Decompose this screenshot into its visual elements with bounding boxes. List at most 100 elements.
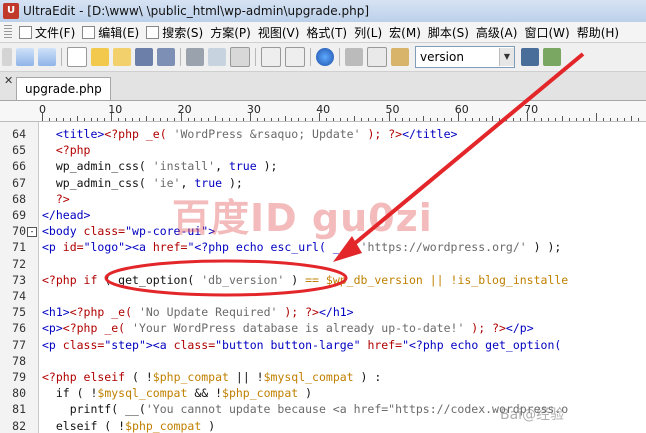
spell-check-icon[interactable]: [285, 47, 305, 67]
ruler-tick: [409, 118, 411, 121]
menu-item-label: 脚本(S): [427, 25, 469, 40]
code-token: </h1>: [318, 305, 354, 320]
menu-item-2[interactable]: 搜索(S): [143, 24, 207, 41]
ruler-tick: [132, 118, 134, 121]
line-number: 78: [12, 353, 26, 368]
paste-icon[interactable]: [391, 48, 409, 66]
ruler-tick: [90, 118, 92, 121]
save-all-icon[interactable]: [157, 48, 175, 66]
ruler-label: 40: [316, 103, 331, 116]
search-combobox-value[interactable]: version: [416, 50, 499, 64]
new-file-icon[interactable]: [67, 47, 87, 67]
code-token: 'db_version': [201, 272, 285, 287]
ruler-tick: [430, 118, 432, 121]
browser-icon[interactable]: [316, 48, 334, 66]
find-next-icon[interactable]: [543, 48, 561, 66]
code-line[interactable]: 76 <p><?php _e( 'Your WordPress database …: [0, 320, 646, 336]
code-line[interactable]: 64 <title><?php _e( 'WordPress &rsaquo; …: [0, 126, 646, 142]
ruler-tick: [166, 118, 168, 121]
ruler-tick: [208, 118, 210, 121]
cut-icon[interactable]: [345, 48, 363, 66]
code-token: <p: [42, 337, 63, 352]
line-number: 82: [12, 418, 26, 433]
ruler-tick: [561, 116, 563, 121]
code-token: <h1>: [42, 305, 70, 320]
menu-item-11[interactable]: 帮助(H): [574, 24, 623, 41]
menu-item-label: 列(L): [354, 25, 383, 40]
menu-item-4[interactable]: 视图(V): [255, 24, 304, 41]
code-line[interactable]: 75 <h1><?php _e( 'No Update Required' ); …: [0, 304, 646, 320]
code-line[interactable]: 78: [0, 353, 646, 369]
menu-item-9[interactable]: 高级(A): [473, 24, 522, 41]
code-token: <body: [42, 224, 84, 239]
menu-item-3[interactable]: 方案(P): [207, 24, 255, 41]
ruler-tick: [242, 118, 244, 121]
ruler-tick: [624, 118, 626, 121]
menu-item-1[interactable]: 编辑(E): [79, 24, 143, 41]
back-arrow-icon[interactable]: [16, 48, 34, 66]
code-line[interactable]: 66 wp_admin_css( 'install', true );: [0, 158, 646, 174]
ruler-tick: [464, 118, 466, 121]
menu-item-5[interactable]: 格式(T): [303, 24, 351, 41]
code-line[interactable]: 74: [0, 288, 646, 304]
code-text: <h1><?php _e( 'No Update Required' ); ?>…: [42, 304, 354, 320]
menu-item-label: 格式(T): [306, 25, 348, 40]
code-line[interactable]: 72: [0, 256, 646, 272]
ruler-tick: [326, 118, 328, 121]
code-line[interactable]: 80 if ( !$mysql_compat && !$php_compat ): [0, 385, 646, 401]
ruler-tick: [76, 116, 78, 121]
line-number: 70: [12, 224, 26, 239]
ruler-tick: [499, 118, 501, 121]
code-token: $php_compat: [152, 370, 229, 384]
code-line[interactable]: 73 <?php if ( get_option( 'db_version' ) …: [0, 272, 646, 288]
open-folder-2-icon[interactable]: [113, 48, 131, 66]
menu-item-6[interactable]: 列(L): [351, 24, 386, 41]
menu-item-0[interactable]: 文件(F): [16, 24, 79, 41]
code-line[interactable]: 79 <?php elseif ( !$php_compat || !$mysql…: [0, 369, 646, 385]
code-token: || !: [228, 370, 264, 384]
code-token: $php_compat: [125, 418, 202, 433]
code-line[interactable]: 77 <p class="step"><a class="button butto…: [0, 337, 646, 353]
code-token: 'install': [152, 159, 216, 174]
ruler-tick: [381, 118, 383, 121]
ruler-tick: [62, 118, 64, 121]
ruler-tick: [437, 118, 438, 121]
menu-item-8[interactable]: 脚本(S): [425, 24, 473, 41]
fold-toggle-icon[interactable]: -: [27, 227, 37, 238]
code-token: ) );: [526, 240, 562, 255]
code-token: ); ?>: [360, 127, 403, 141]
ruler-tick: [333, 118, 335, 121]
toolbar-separator: [180, 48, 181, 66]
binoculars-icon[interactable]: [521, 48, 539, 66]
open-folder-icon[interactable]: [91, 48, 109, 66]
code-line[interactable]: 65 <?php: [0, 142, 646, 158]
ruler-label: 10: [108, 103, 123, 116]
forward-arrow-icon[interactable]: [38, 48, 56, 66]
code-token: && !: [187, 386, 223, 401]
save-icon[interactable]: [135, 48, 153, 66]
line-number: 71: [12, 240, 26, 255]
toolbar-grip: [2, 48, 12, 66]
menu-item-7[interactable]: 宏(M): [386, 24, 425, 41]
line-number: 75: [12, 305, 26, 320]
ruler-tick: [575, 118, 577, 121]
print-icon[interactable]: [186, 48, 204, 66]
edit-icon: [82, 25, 96, 39]
word-wrap-icon[interactable]: [261, 47, 281, 67]
ruler-tick: [55, 118, 57, 121]
code-editor[interactable]: 64 <title><?php _e( 'WordPress &rsaquo; …: [0, 122, 646, 433]
search-icon: [146, 25, 160, 39]
print-preview-icon[interactable]: [208, 48, 226, 66]
tab-upgrade-php[interactable]: upgrade.php: [16, 77, 111, 100]
search-combobox[interactable]: version ▼: [415, 46, 515, 68]
code-token: href=: [367, 337, 403, 352]
page-setup-icon[interactable]: [230, 47, 250, 67]
ruler-tick: [353, 116, 355, 121]
ruler-tick: [48, 118, 50, 121]
chevron-down-icon[interactable]: ▼: [499, 48, 514, 66]
copy-icon[interactable]: [367, 47, 387, 67]
close-icon[interactable]: ✕: [4, 74, 13, 87]
code-text: elseif ( !$php_compat ): [42, 418, 215, 433]
menu-item-10[interactable]: 窗口(W): [521, 24, 573, 41]
